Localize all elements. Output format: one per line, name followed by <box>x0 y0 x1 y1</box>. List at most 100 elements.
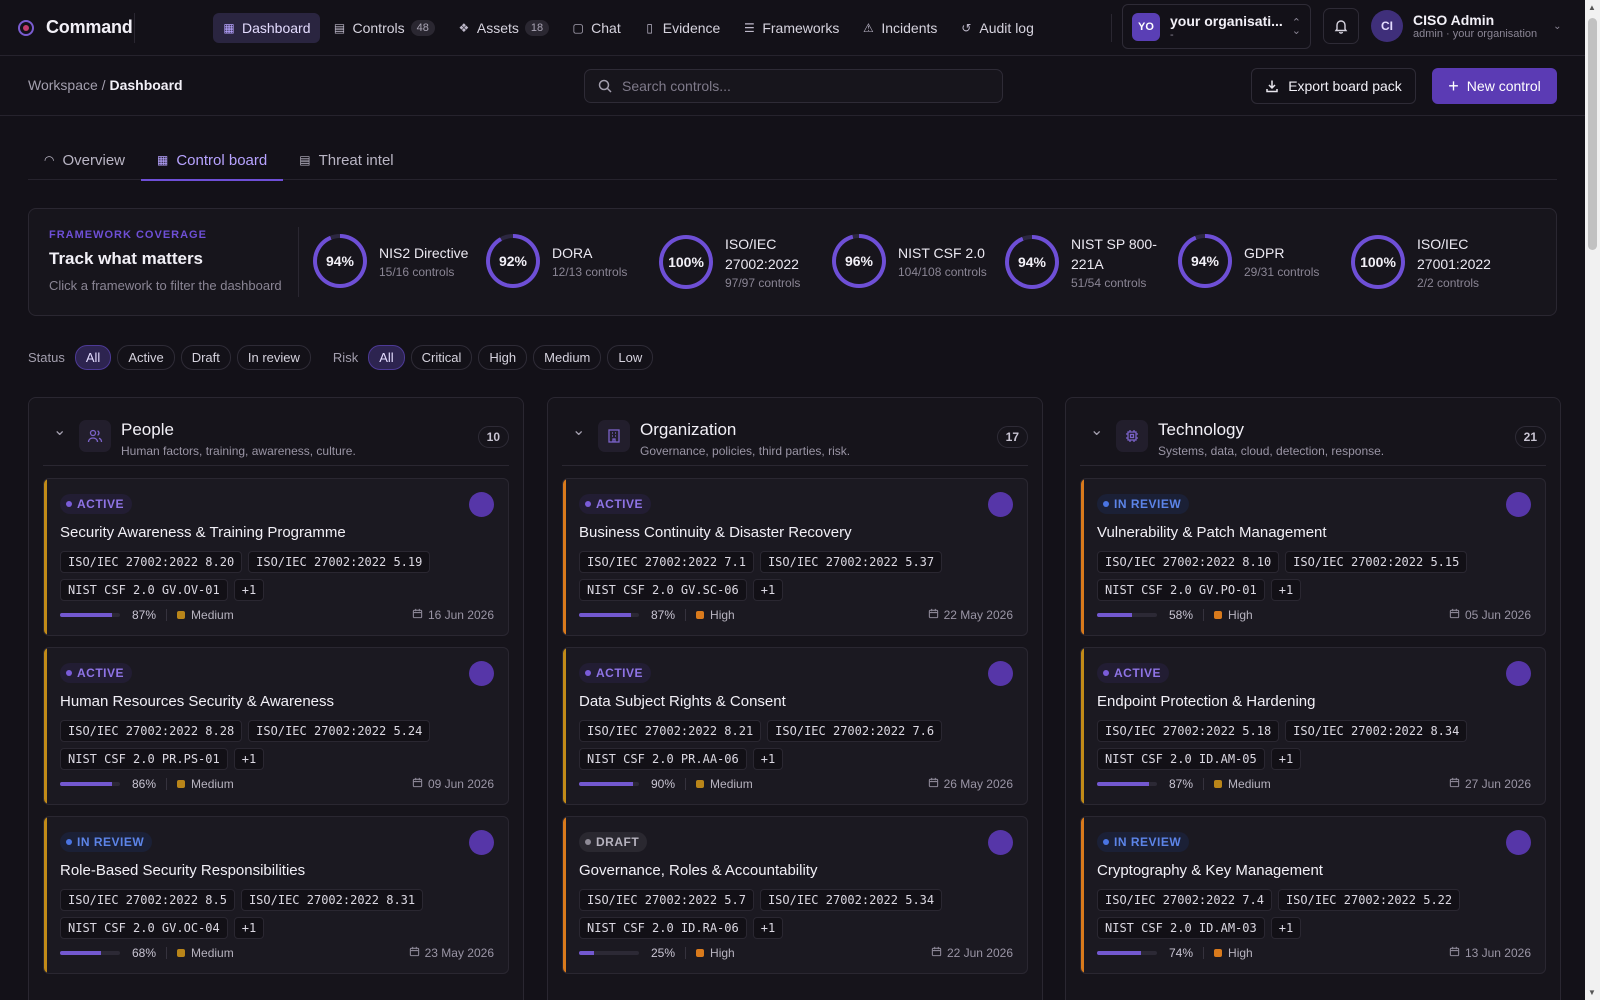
framework-tag[interactable]: +1 <box>233 748 265 770</box>
framework-tag: ISO/IEC 27002:2022 7.1 <box>579 551 754 573</box>
framework-tag[interactable]: +1 <box>1270 917 1302 939</box>
owner-avatar[interactable] <box>988 661 1013 686</box>
nav-item-controls[interactable]: ▤ Controls 48 <box>324 13 444 43</box>
framework-name: NIST CSF 2.0 <box>898 245 985 261</box>
coverage-ring: 100% <box>659 235 713 289</box>
framework-coverage-item[interactable]: 96% NIST CSF 2.0 104/108 controls <box>832 234 1004 288</box>
chat-icon: ▢ <box>572 20 584 35</box>
status-filter-chip[interactable]: All <box>74 344 112 370</box>
scroll-down-icon[interactable]: ▼ <box>1588 988 1596 997</box>
framework-tag[interactable]: +1 <box>752 748 784 770</box>
status-dot-icon <box>66 670 72 676</box>
control-card[interactable]: ACTIVE Human Resources Security & Awarene… <box>43 647 509 805</box>
nav-item-chat[interactable]: ▢ Chat <box>562 13 630 43</box>
organisation-switcher[interactable]: YO your organisati... - ⌃ ⌄ <box>1122 4 1311 49</box>
framework-tag[interactable]: +1 <box>233 917 265 939</box>
chevron-down-icon[interactable]: ⌄ <box>1090 420 1103 440</box>
control-card[interactable]: IN REVIEW Cryptography & Key Management IS… <box>1080 816 1546 974</box>
breadcrumb-root[interactable]: Workspace <box>28 77 98 93</box>
control-card[interactable]: ACTIVE Data Subject Rights & Consent ISO/I… <box>562 647 1028 805</box>
nav-item-audit[interactable]: ↺ Audit log <box>950 13 1042 43</box>
card-footer: 58% High 05 Jun 2026 <box>1097 607 1531 623</box>
tab-overview[interactable]: ◠ Overview <box>28 140 141 180</box>
status-badge: IN REVIEW <box>60 832 153 852</box>
status-filter-chip[interactable]: In review <box>236 344 311 370</box>
owner-avatar[interactable] <box>1506 830 1531 855</box>
control-card[interactable]: ACTIVE Endpoint Protection & Hardening ISO… <box>1080 647 1546 805</box>
control-card[interactable]: ACTIVE Security Awareness & Training Prog… <box>43 478 509 636</box>
framework-coverage-item[interactable]: 100% ISO/IEC 27001:2022 2/2 controls <box>1351 234 1523 290</box>
nav-label: Evidence <box>662 19 721 36</box>
risk-filter-chip[interactable]: Low <box>607 344 654 370</box>
owner-avatar[interactable] <box>1506 492 1531 517</box>
nav-item-dashboard[interactable]: ▦ Dashboard <box>213 12 320 43</box>
control-card[interactable]: ACTIVE Business Continuity & Disaster Rec… <box>562 478 1028 636</box>
due-date: 27 Jun 2026 <box>1449 777 1531 791</box>
control-title: Security Awareness & Training Programme <box>60 524 346 541</box>
framework-coverage-item[interactable]: 94% NIS2 Directive 15/16 controls <box>313 234 485 288</box>
framework-tag: ISO/IEC 27002:2022 8.34 <box>1285 720 1468 742</box>
status-badge: IN REVIEW <box>1097 832 1190 852</box>
risk-filter-chip[interactable]: Medium <box>533 344 602 370</box>
owner-avatar[interactable] <box>988 492 1013 517</box>
framework-tags: ISO/IEC 27002:2022 5.7 ISO/IEC 27002:2022… <box>579 889 959 939</box>
owner-avatar[interactable] <box>469 492 494 517</box>
status-filter-chip[interactable]: Draft <box>180 344 231 370</box>
framework-tag[interactable]: +1 <box>1270 748 1302 770</box>
status-badge: ACTIVE <box>579 494 652 514</box>
owner-avatar[interactable] <box>1506 661 1531 686</box>
brand[interactable]: Command <box>0 0 134 55</box>
framework-tag[interactable]: +1 <box>233 579 265 601</box>
nav-item-frameworks[interactable]: ☰ Frameworks <box>733 13 848 43</box>
framework-coverage-item[interactable]: 92% DORA 12/13 controls <box>486 234 658 288</box>
due-date: 09 Jun 2026 <box>412 777 494 791</box>
coverage-ring: 100% <box>1351 235 1405 289</box>
framework-tags: ISO/IEC 27002:2022 5.18 ISO/IEC 27002:202… <box>1097 720 1477 770</box>
risk-filter-chip[interactable]: Critical <box>410 344 473 370</box>
control-card[interactable]: DRAFT Governance, Roles & Accountability I… <box>562 816 1028 974</box>
nav-item-evidence[interactable]: ▯ Evidence <box>634 13 730 43</box>
tab-control-board[interactable]: ▦ Control board <box>141 140 284 181</box>
scroll-up-icon[interactable]: ▲ <box>1588 3 1596 12</box>
nav-item-assets[interactable]: ❖ Assets 18 <box>448 13 558 43</box>
coverage-percent: 94% <box>325 253 355 269</box>
framework-tag[interactable]: +1 <box>1270 579 1302 601</box>
control-card[interactable]: IN REVIEW Role-Based Security Responsibil… <box>43 816 509 974</box>
nav-item-incidents[interactable]: ⚠ Incidents <box>852 13 946 43</box>
control-card[interactable]: IN REVIEW Vulnerability & Patch Managemen… <box>1080 478 1546 636</box>
framework-coverage-item[interactable]: 94% NIST SP 800-221A 51/54 controls <box>1005 234 1177 290</box>
framework-coverage-item[interactable]: 100% ISO/IEC 27002:2022 97/97 controls <box>659 234 831 290</box>
search-input[interactable] <box>622 78 982 94</box>
risk-level-icon <box>1214 949 1223 957</box>
divider <box>134 12 135 43</box>
calendar-icon <box>928 777 939 791</box>
framework-tag[interactable]: +1 <box>752 917 784 939</box>
notifications-button[interactable] <box>1323 8 1359 44</box>
chevron-down-icon[interactable]: ⌄ <box>572 420 585 440</box>
chip-icon <box>1116 420 1148 452</box>
status-filter-chip[interactable]: Active <box>117 344 175 370</box>
page-scrollbar[interactable]: ▲ ▼ <box>1585 0 1600 1000</box>
tab-threat-intel[interactable]: ▤ Threat intel <box>283 140 409 180</box>
export-board-pack-button[interactable]: Export board pack <box>1251 68 1416 104</box>
control-title: Human Resources Security & Awareness <box>60 693 335 710</box>
status-badge: ACTIVE <box>60 663 133 683</box>
scrollbar-thumb[interactable] <box>1588 18 1597 250</box>
framework-tag[interactable]: +1 <box>752 579 784 601</box>
risk-filter-chip[interactable]: High <box>478 344 528 370</box>
progress-percent: 74% <box>1169 946 1194 960</box>
progress-bar <box>1097 782 1157 786</box>
owner-avatar[interactable] <box>469 830 494 855</box>
risk-filter-chip[interactable]: All <box>368 344 405 370</box>
framework-coverage-item[interactable]: 94% GDPR 29/31 controls <box>1178 234 1350 288</box>
chevron-down-icon: ⌄ <box>1553 20 1562 32</box>
calendar-icon <box>409 946 420 960</box>
risk-level: High <box>1228 946 1253 960</box>
new-control-button[interactable]: + New control <box>1432 68 1557 104</box>
chevron-down-icon[interactable]: ⌄ <box>53 420 66 440</box>
page-header: Workspace / Dashboard Export board pack … <box>0 56 1585 116</box>
owner-avatar[interactable] <box>469 661 494 686</box>
user-menu[interactable]: CI CISO Admin admin · your organisation … <box>1371 10 1562 42</box>
owner-avatar[interactable] <box>988 830 1013 855</box>
risk-level-icon <box>177 780 186 788</box>
